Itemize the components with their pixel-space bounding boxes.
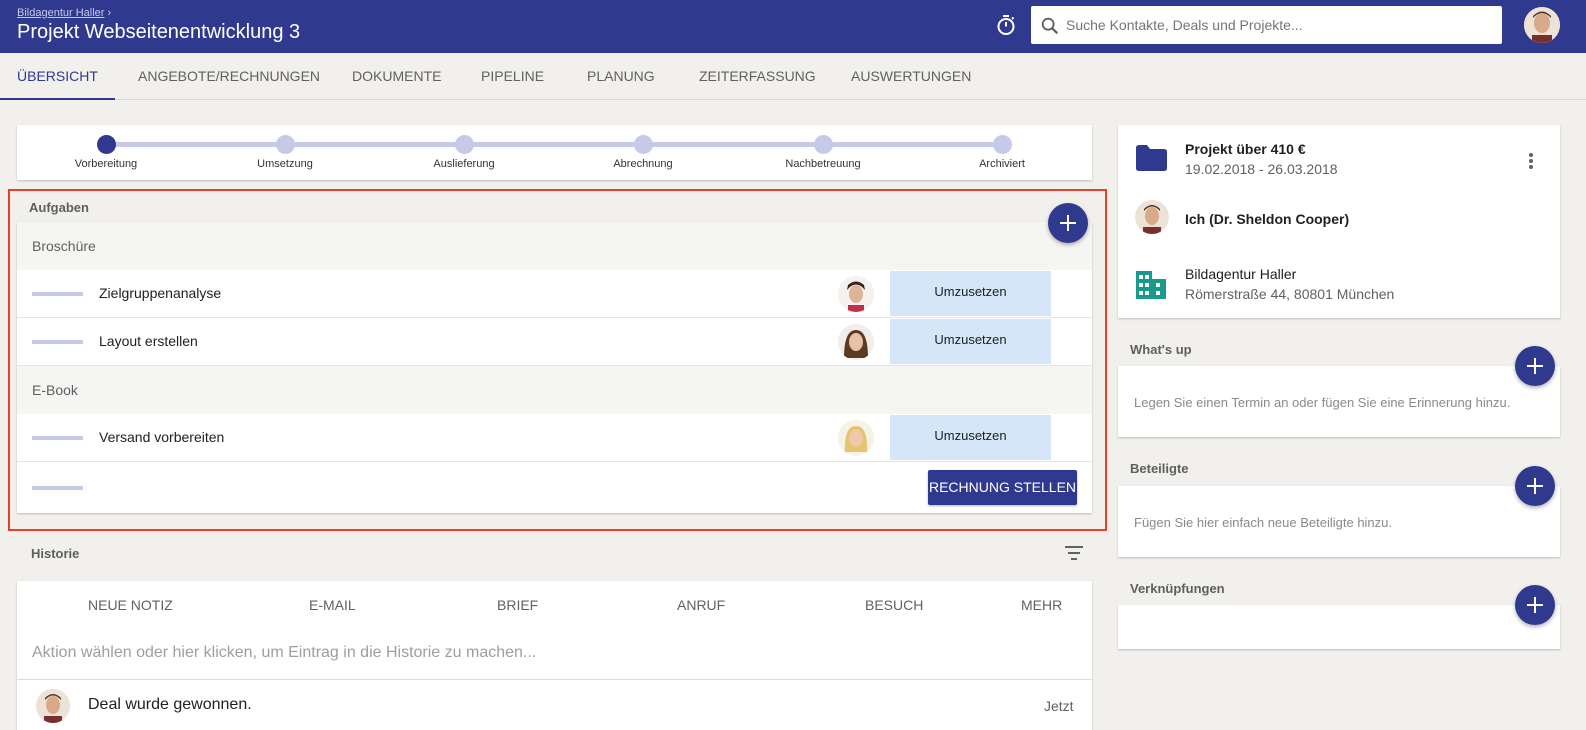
task-group-header[interactable]: Broschüre	[17, 222, 1092, 270]
step-dot	[96, 135, 116, 154]
more-vert-icon[interactable]	[1528, 152, 1534, 170]
add-participant-button[interactable]	[1515, 466, 1555, 506]
stopwatch-icon[interactable]	[994, 13, 1018, 37]
task-row[interactable]: Layout erstellen Umzusetzen	[17, 318, 1092, 366]
step-label: Vorbereitung	[74, 158, 138, 170]
step-dot	[454, 135, 474, 154]
step-label: Abrechnung	[613, 158, 673, 170]
task-progress-bar	[32, 340, 83, 344]
app-header: Bildagentur Haller › Projekt Webseitenen…	[0, 0, 1586, 53]
whats-up-card: Legen Sie einen Termin an oder fügen Sie…	[1118, 366, 1560, 437]
building-icon	[1136, 271, 1166, 299]
search-input[interactable]	[1066, 6, 1496, 44]
task-group-name: Broschüre	[32, 238, 96, 254]
history-heading: Historie	[31, 546, 80, 561]
tab-zeiterfassung[interactable]: Zeiterfassung	[699, 53, 816, 100]
project-stage-stepper: Vorbereitung Umsetzung Auslieferung Abre…	[17, 125, 1092, 180]
task-progress-bar	[32, 292, 83, 296]
tab-bar: Übersicht Angebote/Rechnungen Dokumente …	[0, 53, 1586, 100]
history-entry-text: Deal wurde gewonnen.	[88, 696, 252, 713]
step-label: Archiviert	[979, 158, 1025, 170]
history-action-email[interactable]: E-Mail	[309, 597, 356, 613]
breadcrumb-separator: ›	[107, 7, 112, 19]
step-abrechnung[interactable]: Abrechnung	[593, 125, 693, 170]
task-row[interactable]: Versand vorbereiten Umzusetzen	[17, 414, 1092, 462]
task-name: Zielgruppenanalyse	[99, 285, 222, 301]
participants-heading: Beteiligte	[1130, 461, 1189, 476]
step-dot	[992, 135, 1012, 154]
add-task-button[interactable]	[1048, 203, 1088, 243]
tab-uebersicht[interactable]: Übersicht	[0, 53, 115, 100]
participants-card: Fügen Sie hier einfach neue Beteiligte h…	[1118, 486, 1560, 557]
step-auslieferung[interactable]: Auslieferung	[414, 125, 514, 170]
task-row[interactable]: Zielgruppenanalyse Umzusetzen	[17, 270, 1092, 318]
task-group-name: E-Book	[32, 382, 78, 398]
task-progress-bar	[32, 436, 83, 440]
tab-angebote-rechnungen[interactable]: Angebote/Rechnungen	[138, 53, 320, 100]
task-status-select[interactable]: Umzusetzen	[890, 271, 1051, 316]
step-dot	[275, 135, 295, 154]
step-vorbereitung[interactable]: Vorbereitung	[56, 125, 156, 170]
tab-planung[interactable]: Planung	[587, 53, 655, 100]
assignee-avatar[interactable]	[838, 324, 874, 360]
folder-icon	[1136, 145, 1167, 171]
history-entry-time: Jetzt	[1044, 698, 1074, 714]
task-progress-bar	[32, 486, 83, 490]
history-action-anruf[interactable]: Anruf	[677, 597, 725, 613]
task-status-select[interactable]: Umzusetzen	[890, 319, 1051, 364]
assignee-avatar[interactable]	[838, 276, 874, 312]
history-action-neue-notiz[interactable]: Neue Notiz	[88, 597, 173, 613]
step-dot	[633, 135, 653, 154]
whats-up-heading: What's up	[1130, 342, 1192, 357]
filter-icon[interactable]	[1064, 544, 1084, 562]
links-heading: Verknüpfungen	[1130, 581, 1225, 596]
history-action-brief[interactable]: Brief	[497, 597, 538, 613]
divider	[17, 679, 1092, 680]
company-address: Römerstraße 44, 80801 München	[1185, 286, 1395, 302]
step-archiviert[interactable]: Archiviert	[952, 125, 1052, 170]
breadcrumb: Bildagentur Haller ›	[17, 7, 111, 19]
step-dot	[813, 135, 833, 154]
step-label: Umsetzung	[257, 158, 313, 170]
history-entry-avatar	[36, 689, 70, 723]
company-name[interactable]: Bildagentur Haller	[1185, 266, 1296, 282]
tasks-heading: Aufgaben	[29, 200, 89, 215]
task-name: Layout erstellen	[99, 333, 198, 349]
add-whats-up-button[interactable]	[1515, 346, 1555, 386]
task-name: Versand vorbereiten	[99, 429, 225, 445]
step-label: Nachbetreuung	[785, 158, 861, 170]
tasks-card: Broschüre Zielgruppenanalyse Umzusetzen …	[17, 222, 1092, 513]
project-owner[interactable]: Ich (Dr. Sheldon Cooper)	[1185, 211, 1349, 227]
create-invoice-button[interactable]: Rechnung stellen	[928, 470, 1077, 505]
project-title: Projekt über 410 €	[1185, 141, 1306, 157]
user-avatar[interactable]	[1524, 7, 1560, 43]
page-title: Projekt Webseitenentwicklung 3	[17, 21, 301, 43]
project-info-card: Projekt über 410 € 19.02.2018 - 26.03.20…	[1118, 125, 1560, 318]
project-dates: 19.02.2018 - 26.03.2018	[1185, 161, 1338, 177]
history-card: Neue Notiz E-Mail Brief Anruf Besuch Meh…	[17, 581, 1092, 730]
step-nachbetreuung[interactable]: Nachbetreuung	[773, 125, 873, 170]
owner-avatar	[1135, 200, 1169, 234]
step-umsetzung[interactable]: Umsetzung	[235, 125, 335, 170]
search-box	[1031, 6, 1502, 44]
history-action-mehr[interactable]: Mehr	[1021, 597, 1062, 613]
search-icon	[1041, 17, 1059, 35]
tab-auswertungen[interactable]: Auswertungen	[851, 53, 971, 100]
task-group-header[interactable]: E-Book	[17, 366, 1092, 414]
history-entry-input[interactable]: Aktion wählen oder hier klicken, um Eint…	[32, 644, 536, 662]
breadcrumb-link[interactable]: Bildagentur Haller	[17, 7, 104, 19]
add-link-button[interactable]	[1515, 585, 1555, 625]
participants-hint[interactable]: Fügen Sie hier einfach neue Beteiligte h…	[1134, 515, 1392, 530]
step-label: Auslieferung	[433, 158, 495, 170]
assignee-avatar[interactable]	[838, 420, 874, 456]
whats-up-hint[interactable]: Legen Sie einen Termin an oder fügen Sie…	[1134, 395, 1510, 410]
history-action-besuch[interactable]: Besuch	[865, 597, 923, 613]
tab-pipeline[interactable]: Pipeline	[481, 53, 544, 100]
task-status-select[interactable]: Umzusetzen	[890, 415, 1051, 460]
tab-dokumente[interactable]: Dokumente	[352, 53, 441, 100]
links-card	[1118, 605, 1560, 649]
